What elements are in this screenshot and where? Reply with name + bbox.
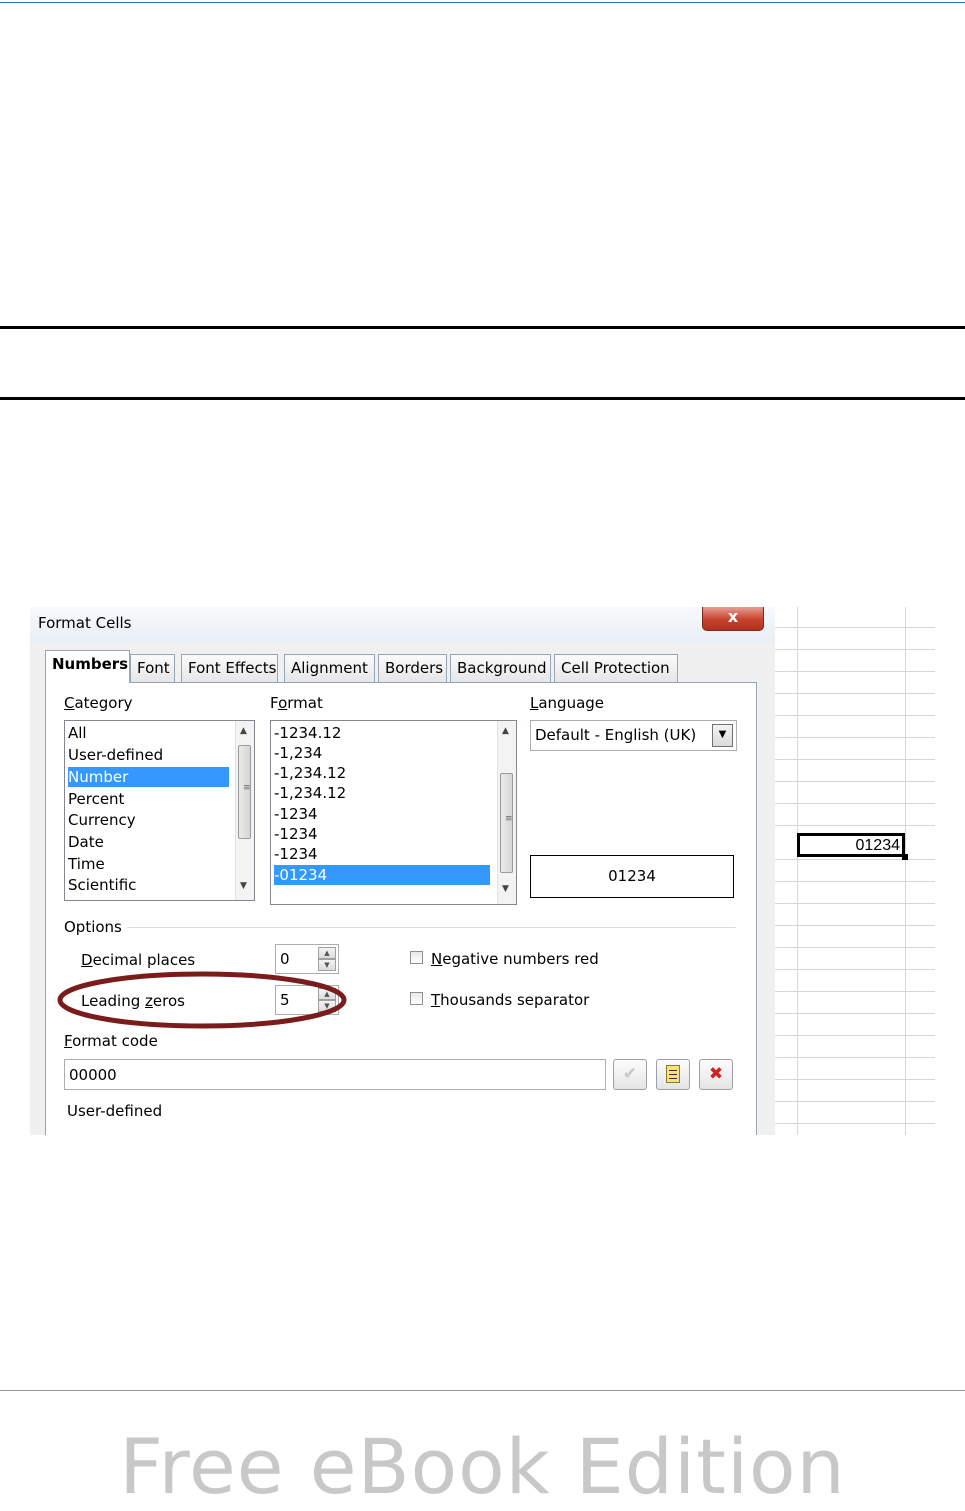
active-cell[interactable]: 01234	[797, 833, 905, 857]
row-divider	[775, 649, 935, 650]
row-divider	[775, 803, 935, 804]
row-divider	[775, 693, 935, 694]
spreadsheet-grid: 01234	[775, 607, 935, 1135]
column-divider	[905, 607, 906, 1135]
note-rule-bottom	[0, 397, 965, 400]
top-rule	[0, 2, 965, 3]
footer-rule	[0, 1390, 965, 1391]
row-divider	[775, 737, 935, 738]
row-divider	[775, 825, 935, 826]
highlight-ellipse-shape	[57, 971, 347, 1029]
row-divider	[775, 1057, 935, 1058]
row-divider	[775, 925, 935, 926]
row-divider	[775, 881, 935, 882]
column-divider	[797, 607, 798, 1135]
row-divider	[775, 1079, 935, 1080]
row-divider	[775, 627, 935, 628]
highlight-ellipse	[57, 971, 347, 1029]
fill-handle[interactable]	[902, 854, 908, 860]
format-cells-dialog: Format Cells x Numbers Font Font Effects…	[30, 607, 777, 1135]
row-divider	[775, 781, 935, 782]
row-divider	[775, 1123, 935, 1124]
row-divider	[775, 969, 935, 970]
watermark: Free eBook Edition	[119, 1422, 846, 1511]
tab-numbers[interactable]: Numbers	[45, 650, 130, 683]
cell-value: 01234	[855, 837, 901, 854]
row-divider	[775, 759, 935, 760]
row-divider	[775, 947, 935, 948]
row-divider	[775, 1035, 935, 1036]
row-divider	[775, 1013, 935, 1014]
row-divider	[775, 1101, 935, 1102]
row-divider	[775, 991, 935, 992]
row-divider	[775, 903, 935, 904]
row-divider	[775, 671, 935, 672]
row-divider	[775, 715, 935, 716]
note-rule-top	[0, 326, 965, 329]
row-divider	[775, 859, 935, 860]
